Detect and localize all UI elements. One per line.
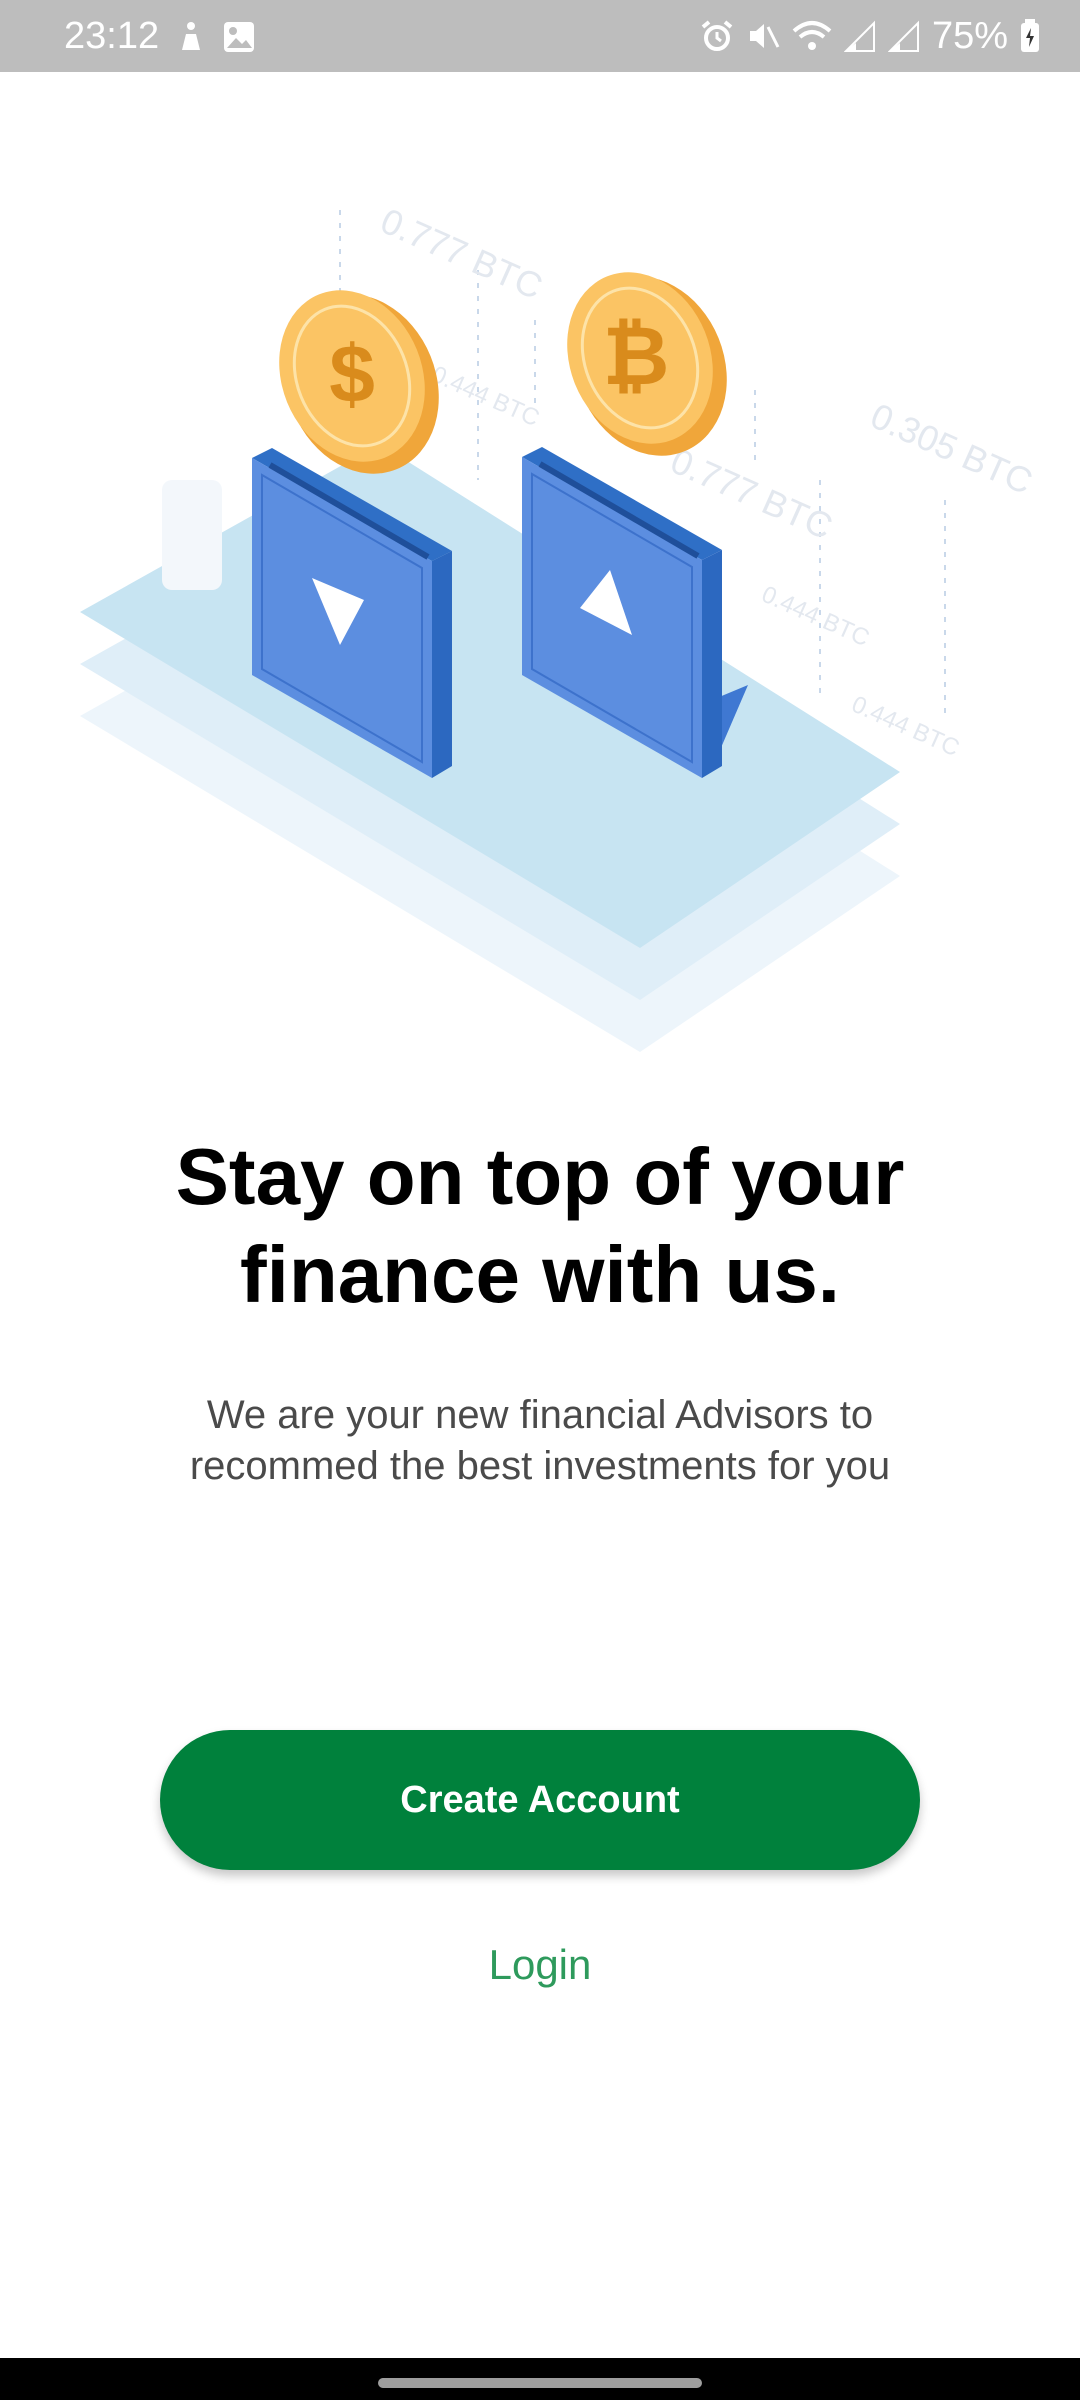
btc-label: 0.777 BTC (665, 440, 839, 547)
status-right-icons: 75% (700, 14, 1040, 58)
login-link[interactable]: Login (390, 1935, 690, 1995)
svg-text:₿: ₿ (603, 309, 670, 404)
crypto-illustration: 0.777 BTC 0.444 BTC 0.777 BTC 0.444 BTC … (80, 200, 1039, 1052)
battery-icon (1021, 19, 1039, 52)
accessibility-icon (182, 22, 200, 50)
svg-text:$: $ (329, 329, 375, 420)
status-left-icons (174, 20, 256, 54)
home-gesture-handle[interactable] (378, 2378, 702, 2388)
onboarding-headline: Stay on top of your finance with us. (175, 1132, 905, 1319)
alarm-icon (701, 20, 733, 51)
btc-label: 0.444 BTC (758, 581, 874, 652)
status-time: 23:12 (64, 15, 160, 57)
mute-icon (749, 24, 780, 48)
navigation-bar (0, 2358, 1080, 2400)
btc-label: 0.777 BTC (375, 200, 549, 307)
battery-percentage: 75% (931, 15, 1008, 57)
status-bar: 23:12 75% (0, 0, 1080, 72)
btc-label: 0.305 BTC (865, 395, 1039, 502)
gallery-icon (224, 22, 254, 52)
wifi-icon (792, 21, 832, 50)
create-account-button[interactable]: Create Account (160, 1730, 920, 1870)
signal-icon (843, 20, 875, 52)
bitcoin-coin-icon: ₿ (567, 272, 727, 456)
signal-icon (887, 20, 919, 52)
onboarding-subtitle: We are your new financial Advisors to re… (189, 1393, 891, 1488)
btc-label: 0.444 BTC (428, 361, 544, 432)
